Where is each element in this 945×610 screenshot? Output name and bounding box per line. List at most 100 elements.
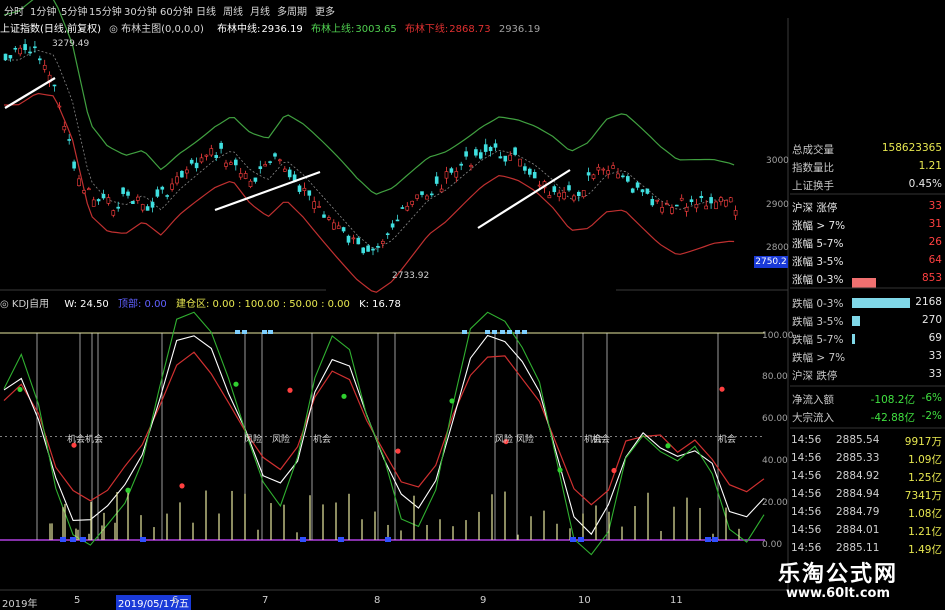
- candle-body: [454, 171, 459, 178]
- top-marker: [500, 330, 505, 334]
- bottom-marker: [140, 537, 146, 542]
- stat-row: 涨幅 > 7% 31: [790, 216, 945, 233]
- candle-body: [336, 225, 341, 229]
- tab-5min[interactable]: 5分钟: [61, 3, 87, 18]
- kdj-build-zone: 建仓区: 0.00 : 100.00 : 50.00 : 0.00: [176, 299, 350, 310]
- tick-time: 14:56: [791, 506, 822, 518]
- candle-body: [665, 203, 669, 206]
- signal-opportunity: 机会: [718, 435, 737, 445]
- candle-body: [719, 197, 723, 202]
- candle-body: [527, 168, 532, 175]
- tab-month[interactable]: 月线: [250, 3, 270, 18]
- candle-body: [131, 201, 135, 204]
- top-marker: [492, 330, 497, 334]
- candle-body: [513, 147, 517, 155]
- candle-body: [694, 204, 699, 209]
- candle-body: [268, 161, 272, 163]
- candle-body: [674, 204, 679, 207]
- candle-body: [165, 195, 169, 197]
- blank-area: [533, 0, 945, 130]
- tab-week[interactable]: 周线: [223, 3, 243, 18]
- stat-value: 1.21: [918, 160, 942, 172]
- bottom-marker: [570, 537, 576, 542]
- flow-value: -42.88亿: [870, 412, 915, 424]
- kdj-name[interactable]: ◎ KDJ自用: [0, 299, 55, 310]
- candle-body: [532, 172, 537, 179]
- candle-body: [616, 173, 620, 179]
- tick-time: 14:56: [791, 524, 822, 536]
- candle-body: [679, 197, 684, 201]
- candle-body: [552, 186, 557, 193]
- candle-body: [278, 159, 282, 162]
- candle-body: [126, 191, 130, 196]
- tick-price: 2884.01: [836, 524, 880, 536]
- stat-row: 总成交量 158623365: [790, 140, 945, 157]
- kdj-y-tick: 60.00: [762, 414, 788, 424]
- kdj-y-tick: 100.00: [762, 331, 794, 341]
- kdj-dot: [557, 467, 563, 473]
- candle-body: [13, 47, 18, 50]
- trend-segment: [4, 77, 56, 109]
- candle-body: [327, 217, 331, 220]
- flow-row: 净流入额 -108.2亿 -6%: [790, 390, 945, 407]
- kdj-dot: [17, 386, 23, 393]
- tick-volume: 7341万: [904, 490, 942, 502]
- x-axis-label: 7: [262, 595, 269, 606]
- tab-day[interactable]: 日线: [196, 3, 216, 18]
- tick-row: 14:56 2884.92 1.25亿: [790, 468, 945, 484]
- candle-body: [87, 188, 91, 191]
- tab-1min[interactable]: 1分钟: [30, 3, 56, 18]
- candle-body: [709, 197, 713, 204]
- tick-time: 14:56: [791, 434, 822, 446]
- tick-volume: 1.08亿: [908, 508, 942, 520]
- tab-multi-period[interactable]: 多周期: [277, 3, 307, 18]
- candle-body: [385, 233, 390, 236]
- candle-body: [439, 188, 444, 193]
- period-tabs: 分时 1分钟 5分钟 15分钟 30分钟 60分钟 日线 周线 月线 多周期 更…: [0, 0, 945, 18]
- candle-body: [429, 193, 434, 196]
- tab-timeshare[interactable]: 分时: [4, 3, 24, 18]
- indicator-name[interactable]: ◎ 布林主图(0,0,0,0): [109, 24, 209, 35]
- stat-value: 270: [921, 314, 942, 326]
- candle-body: [670, 207, 674, 214]
- flow-label: 净流入额: [792, 394, 834, 406]
- candle-body: [18, 47, 23, 55]
- candle-body: [474, 149, 478, 156]
- candle-body: [307, 190, 312, 196]
- trend-segment: [477, 169, 571, 229]
- stat-row: 指数量比 1.21: [790, 158, 945, 175]
- candle-body: [586, 172, 591, 176]
- stat-label: 跌幅 0-3%: [792, 298, 844, 310]
- bottom-marker: [385, 537, 391, 542]
- candle-body: [52, 84, 57, 87]
- kdj-k-line: [3, 334, 765, 536]
- index-name[interactable]: 上证指数(日线,前复权): [0, 24, 101, 35]
- candle-body: [106, 197, 111, 204]
- candle-body: [341, 227, 346, 232]
- kdj-top: 顶部: 0.00: [117, 299, 167, 310]
- candle-body: [121, 187, 125, 194]
- signal-opportunity: 机会: [85, 435, 104, 445]
- kdj-dot: [125, 487, 131, 493]
- tab-more[interactable]: 更多: [315, 3, 335, 18]
- main-y-tick: 2800: [766, 243, 789, 253]
- tick-time: 14:56: [791, 470, 822, 482]
- tab-60min[interactable]: 60分钟: [160, 3, 193, 18]
- candle-body: [96, 199, 101, 202]
- candle-body: [77, 178, 81, 187]
- candle-body: [640, 189, 645, 193]
- candle-body: [714, 201, 718, 210]
- candle-body: [621, 175, 625, 178]
- x-axis-label: 10: [578, 595, 591, 606]
- candle-body: [273, 153, 277, 157]
- candle-body: [488, 146, 493, 152]
- tab-30min[interactable]: 30分钟: [124, 3, 157, 18]
- stat-label: 跌幅 3-5%: [792, 316, 844, 328]
- kdj-dot: [611, 467, 617, 474]
- tick-volume: 1.21亿: [908, 526, 942, 538]
- candle-body: [180, 170, 184, 178]
- stat-row: 跌幅 > 7% 33: [790, 348, 945, 365]
- candle-body: [199, 157, 204, 163]
- tab-15min[interactable]: 15分钟: [89, 3, 122, 18]
- candle-body: [204, 154, 209, 157]
